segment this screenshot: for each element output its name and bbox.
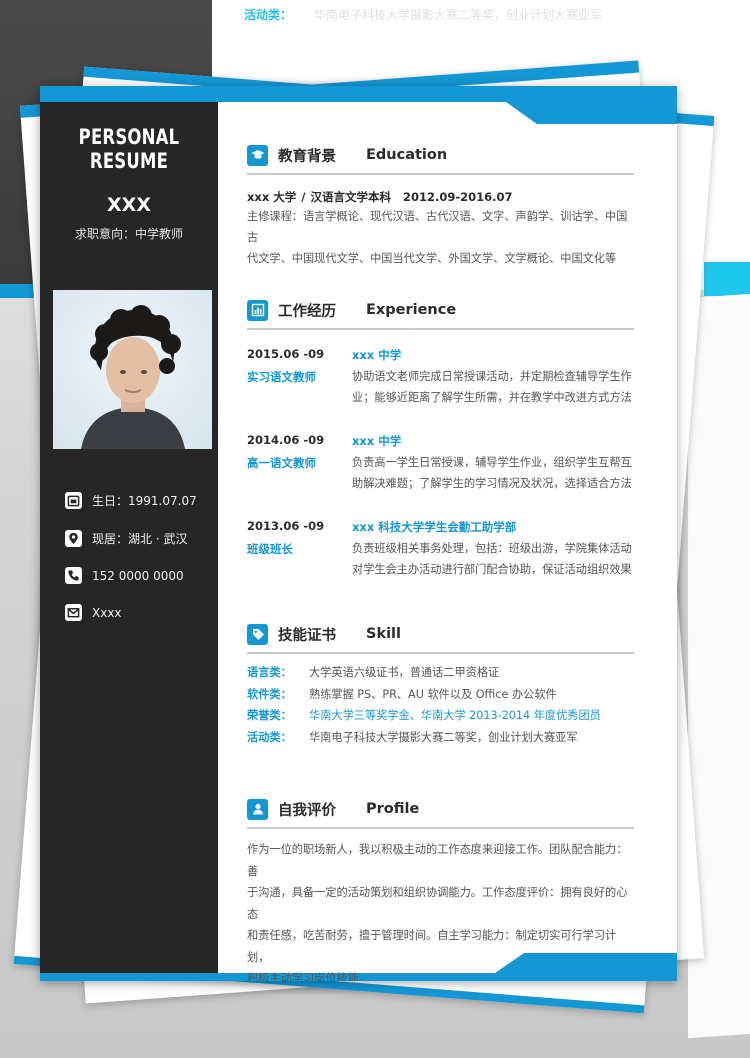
profile-photo bbox=[53, 290, 212, 449]
job-description: 负责班级相关事务处理，包括：班级出游，学院集体活动 对学生会主办活动进行部门配合… bbox=[352, 538, 637, 580]
bar-chart-icon bbox=[247, 299, 268, 321]
section-education-title-cn: 教育背景 bbox=[278, 148, 336, 165]
job-description-line: 协助语文老师完成日常授课活动，并定期检查辅导学生作 bbox=[352, 370, 632, 383]
education-courses-line: 代文学、中国现代文学、中国当代文学、外国文学、文学概论、中国文化等 bbox=[247, 252, 617, 265]
job-entry: 2014.06 -09 高一语文教师 xxx 中学 负责高一学生日常授课，辅导学… bbox=[247, 433, 634, 519]
graduation-cap-icon bbox=[247, 144, 268, 166]
section-profile-header: 自我评价 Profile bbox=[247, 797, 634, 821]
job-organization: xxx 中学 bbox=[352, 434, 402, 448]
skill-row: 活动类： 华南电子科技大学摄影大赛二等奖，创业计划大赛亚军 bbox=[247, 727, 634, 749]
contact-phone: 152 0000 0000 bbox=[65, 567, 184, 584]
calendar-icon bbox=[65, 492, 82, 509]
background-top-snippet: 活动类： 华南电子科技大学摄影大赛二等奖，创业计划大赛亚军 bbox=[244, 6, 602, 23]
resume-title: PERSONAL RESUME bbox=[78, 124, 180, 174]
education-courses-line: 主修课程：语言学概论、现代汉语、古代汉语、文字、声韵学、训诂学、中国古 bbox=[247, 210, 628, 244]
contact-location-text: 现居：湖北 · 武汉 bbox=[92, 532, 188, 546]
job-description-line: 负责班级相关事务处理，包括：班级出游，学院集体活动 bbox=[352, 542, 632, 555]
user-icon bbox=[247, 798, 268, 820]
section-experience-title-cn: 工作经历 bbox=[278, 303, 336, 320]
skill-key: 荣誉类： bbox=[247, 709, 292, 722]
job-role: 高一语文教师 bbox=[247, 456, 316, 470]
envelope-icon bbox=[65, 604, 82, 621]
education-courses: 主修课程：语言学概论、现代汉语、古代汉语、文字、声韵学、训诂学、中国古 代文学、… bbox=[247, 206, 634, 269]
skill-row: 软件类： 熟练掌握 PS、PR、AU 软件以及 Office 办公软件 bbox=[247, 684, 634, 706]
skill-row: 语言类： 大学英语六级证书，普通话二甲资格证 bbox=[247, 662, 634, 684]
section-experience-title-en: Experience bbox=[366, 302, 457, 318]
job-date: 2014.06 -09 bbox=[247, 433, 325, 447]
section-divider bbox=[247, 827, 634, 829]
background-right-accent bbox=[704, 262, 750, 296]
job-date: 2013.06 -09 bbox=[247, 519, 325, 533]
skill-value: 华南电子科技大学摄影大赛二等奖，创业计划大赛亚军 bbox=[309, 730, 578, 744]
candidate-name: XXX bbox=[107, 194, 151, 216]
phone-icon bbox=[65, 567, 82, 584]
sheet-top-bar bbox=[40, 86, 677, 102]
job-organization: xxx 中学 bbox=[352, 348, 402, 362]
section-education-header: 教育背景 Education bbox=[247, 143, 634, 167]
section-skills-title-cn: 技能证书 bbox=[278, 627, 336, 644]
skill-value: 熟练掌握 PS、PR、AU 软件以及 Office 办公软件 bbox=[309, 687, 557, 701]
skill-row: 荣誉类： 华南大学三等奖学金、华南大学 2013-2014 年度优秀团员 bbox=[247, 705, 634, 727]
contact-email-text: Xxxx bbox=[92, 605, 122, 620]
section-profile-title-cn: 自我评价 bbox=[278, 802, 336, 819]
tag-icon bbox=[247, 623, 268, 645]
job-description-line: 业；能够近距离了解学生所需，并在教学中改进方式方法 bbox=[352, 391, 632, 404]
education-major: 汉语言文学本科 bbox=[310, 190, 391, 204]
section-profile: 自我评价 Profile 作为一位的职场新人，我以积极主动的工作态度来迎接工作。… bbox=[247, 797, 634, 981]
job-description: 负责高一学生日常授课，辅导学生作业，组织学生互帮互 助解决难题；了解学生的学习情… bbox=[352, 452, 637, 494]
job-description-line: 负责高一学生日常授课，辅导学生作业，组织学生互帮互 bbox=[352, 456, 632, 469]
job-date: 2015.06 -09 bbox=[247, 347, 325, 361]
profile-line: 和责任感，吃苦耐劳，擅于管理时间。自主学习能力：制定切实可行学习计划， bbox=[247, 929, 617, 964]
person-portrait-icon bbox=[81, 305, 185, 449]
profile-line: 于沟通，具备一定的活动策划和组织协调能力。工作态度评价：拥有良好的心态 bbox=[247, 886, 628, 921]
education-separator: / bbox=[301, 190, 306, 204]
location-pin-icon bbox=[65, 530, 82, 547]
job-description-line: 助解决难题；了解学生的学习情况及状况，选择适合方法 bbox=[352, 477, 632, 490]
section-skills-header: 技能证书 Skill bbox=[247, 622, 634, 646]
contact-birthday: 生日：1991.07.07 bbox=[65, 492, 197, 509]
skill-key: 语言类： bbox=[247, 666, 292, 679]
background-snippet-value: 华南电子科技大学摄影大赛二等奖，创业计划大赛亚军 bbox=[314, 8, 603, 22]
job-role: 实习语文教师 bbox=[247, 370, 316, 384]
skill-value: 华南大学三等奖学金、华南大学 2013-2014 年度优秀团员 bbox=[309, 709, 601, 722]
section-education-title-en: Education bbox=[366, 147, 448, 163]
section-education: 教育背景 Education xxx 大学 / 汉语言文学本科 2012.09-201… bbox=[247, 143, 634, 269]
contact-location: 现居：湖北 · 武汉 bbox=[65, 530, 187, 547]
section-skills: 技能证书 Skill 语言类： 大学英语六级证书，普通话二甲资格证 软件类： 熟练掌… bbox=[247, 622, 634, 748]
skill-key: 活动类： bbox=[247, 730, 292, 744]
job-role: 班级班长 bbox=[247, 542, 293, 556]
job-description-line: 对学生会主办活动进行部门配合协助，保证活动组织效果 bbox=[352, 563, 632, 576]
education-dates: 2012.09-2016.07 bbox=[402, 190, 513, 204]
skill-value: 大学英语六级证书，普通话二甲资格证 bbox=[309, 666, 500, 679]
section-divider bbox=[247, 173, 634, 175]
contact-birthday-text: 生日：1991.07.07 bbox=[92, 494, 197, 508]
background-snippet-label: 活动类： bbox=[244, 8, 293, 22]
education-school: xxx 大学 bbox=[247, 190, 297, 204]
contact-phone-text: 152 0000 0000 bbox=[92, 568, 184, 583]
section-experience: 工作经历 Experience 2015.06 -09 实习语文教师 xxx 中… bbox=[247, 298, 634, 605]
job-intent: 求职意向：中学教师 bbox=[74, 227, 183, 241]
profile-text: 作为一位的职场新人，我以积极主动的工作态度来迎接工作。团队配合能力：善 于沟通，… bbox=[247, 839, 634, 981]
contact-email: Xxxx bbox=[65, 604, 122, 621]
job-entry: 2013.06 -09 班级班长 xxx 科技大学学生会勤工助学部 负责班级相关… bbox=[247, 519, 634, 605]
skill-key: 软件类： bbox=[247, 687, 292, 701]
education-summary: xxx 大学 / 汉语言文学本科 2012.09-2016.07 bbox=[247, 189, 634, 205]
section-profile-title-en: Profile bbox=[366, 801, 420, 817]
job-organization: xxx 科技大学学生会勤工助学部 bbox=[352, 520, 517, 534]
profile-line: 作为一位的职场新人，我以积极主动的工作态度来迎接工作。团队配合能力：善 bbox=[247, 843, 628, 878]
sheet-top-corner bbox=[506, 102, 677, 124]
sidebar: PERSONAL RESUME XXX 求职意向：中学教师 生日：1991.07… bbox=[40, 102, 218, 973]
resume-sheet: PERSONAL RESUME XXX 求职意向：中学教师 生日：1991.07… bbox=[40, 86, 677, 981]
job-entry: 2015.06 -09 实习语文教师 xxx 中学 协助语文老师完成日常授课活动… bbox=[247, 347, 634, 433]
section-experience-header: 工作经历 Experience bbox=[247, 298, 634, 322]
job-description: 协助语文老师完成日常授课活动，并定期检查辅导学生作 业；能够近距离了解学生所需，… bbox=[352, 366, 637, 408]
section-skills-title-en: Skill bbox=[366, 626, 401, 642]
profile-line: 积极主动学习岗位技能。 bbox=[247, 972, 371, 981]
